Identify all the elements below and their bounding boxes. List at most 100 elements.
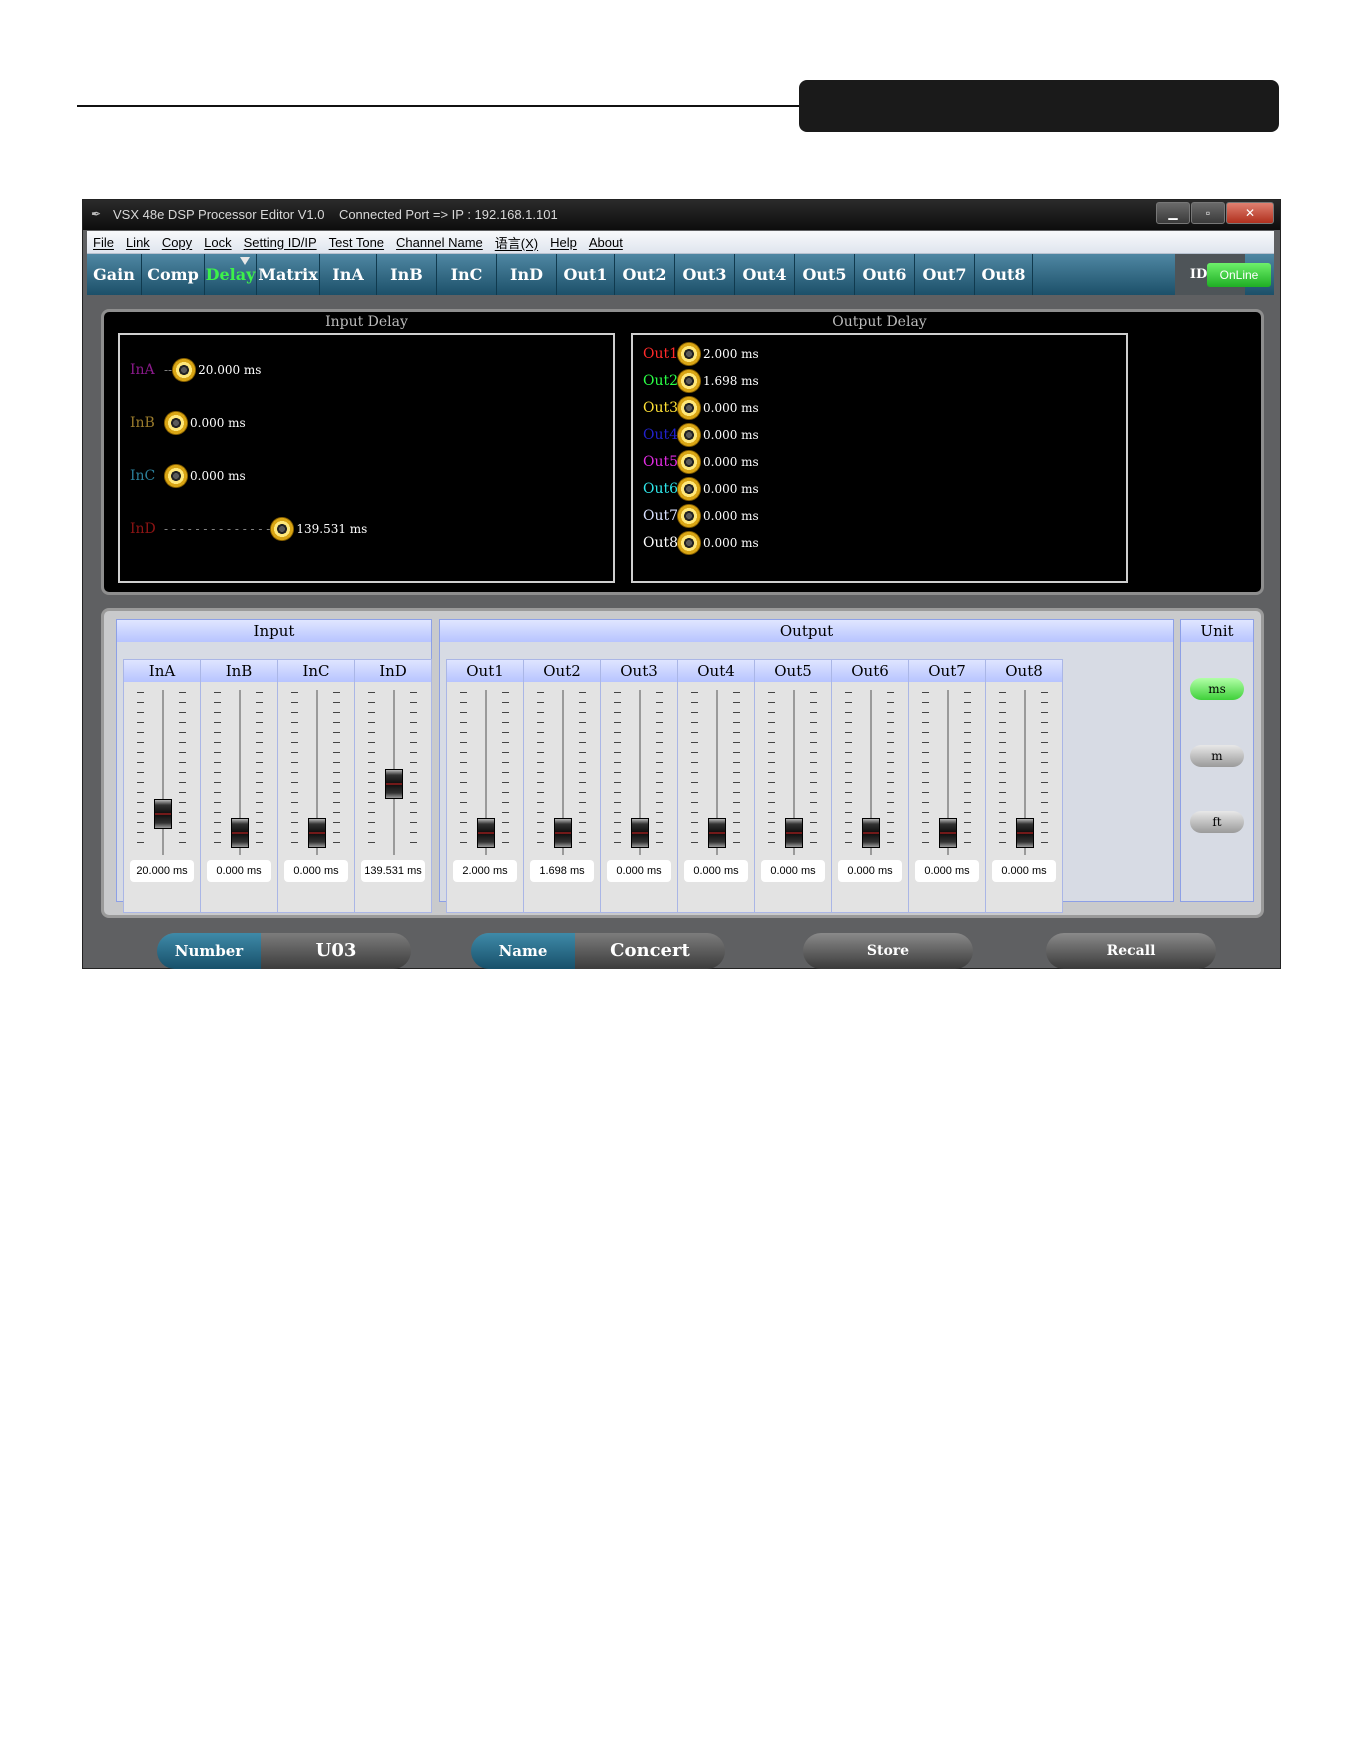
tab-out1[interactable]: Out1 <box>557 254 615 295</box>
delay-row-out1: Out1 2.000 ms <box>643 339 759 369</box>
channel-name-out8: Out8 <box>986 660 1062 682</box>
fader-handle-out2[interactable] <box>554 818 572 848</box>
menu-item-setting-id-ip[interactable]: Setting ID/IP <box>238 235 323 250</box>
scale-ticks <box>502 692 509 852</box>
delay-label-out5: Out5 <box>643 454 679 470</box>
speaker-icon[interactable] <box>172 358 197 382</box>
channel-name-ina: InA <box>124 660 200 682</box>
menu-item-help[interactable]: Help <box>544 235 583 250</box>
fader-handle-ina[interactable] <box>154 798 172 829</box>
menu-item-link[interactable]: Link <box>120 235 156 250</box>
delay-label-out7: Out7 <box>643 508 679 524</box>
scale-ticks <box>410 692 417 852</box>
online-status-button[interactable]: OnLine <box>1207 263 1271 287</box>
tab-out8[interactable]: Out8 <box>975 254 1033 295</box>
menu-item-channel-name[interactable]: Channel Name <box>390 235 489 250</box>
tab-out4[interactable]: Out4 <box>735 254 795 295</box>
scale-ticks <box>460 692 467 852</box>
fader-handle-out6[interactable] <box>862 818 880 848</box>
fader-handle-out1[interactable] <box>477 818 495 848</box>
delay-value-field-out3[interactable]: 0.000 ms <box>607 860 671 882</box>
unit-button-m[interactable]: m <box>1190 745 1244 767</box>
delay-value-field-inb[interactable]: 0.000 ms <box>207 860 271 882</box>
tab-out2[interactable]: Out2 <box>615 254 675 295</box>
delay-value-field-out7[interactable]: 0.000 ms <box>915 860 979 882</box>
delay-value-field-ind[interactable]: 139.531 ms <box>361 860 425 882</box>
unit-button-ft[interactable]: ft <box>1190 811 1244 833</box>
fader-handle-out3[interactable] <box>631 818 649 848</box>
menu-item-test-tone[interactable]: Test Tone <box>323 235 390 250</box>
maximize-button[interactable]: ▫ <box>1191 202 1225 224</box>
tab-delay[interactable]: Delay <box>205 254 257 295</box>
speaker-icon[interactable] <box>270 517 295 541</box>
fader-handle-out4[interactable] <box>708 818 726 848</box>
delay-row-out6: Out6 0.000 ms <box>643 474 759 504</box>
speaker-icon[interactable] <box>677 423 701 447</box>
tab-matrix[interactable]: Matrix <box>257 254 320 295</box>
tab-ina[interactable]: InA <box>320 254 377 295</box>
delay-value-field-out6[interactable]: 0.000 ms <box>838 860 902 882</box>
delay-value-out7: 0.000 ms <box>703 509 759 523</box>
delay-value-field-out1[interactable]: 2.000 ms <box>453 860 517 882</box>
channel-strip-out1: Out1 2.000 ms <box>446 659 524 913</box>
preset-number-field[interactable]: Number U03 <box>157 933 411 969</box>
scale-ticks <box>368 692 375 852</box>
fader-handle-out5[interactable] <box>785 818 803 848</box>
delay-label-out2: Out2 <box>643 373 679 389</box>
menu-item-lock[interactable]: Lock <box>198 235 237 250</box>
delay-value-field-out8[interactable]: 0.000 ms <box>992 860 1056 882</box>
delay-value-field-ina[interactable]: 20.000 ms <box>130 860 194 882</box>
delay-value-field-inc[interactable]: 0.000 ms <box>284 860 348 882</box>
fader-handle-inb[interactable] <box>231 818 249 848</box>
scale-ticks <box>810 692 817 852</box>
fader-handle-inc[interactable] <box>308 818 326 848</box>
delay-value-ina: 20.000 ms <box>198 363 262 377</box>
fader-handle-out8[interactable] <box>1016 818 1034 848</box>
tab-out7[interactable]: Out7 <box>915 254 975 295</box>
channel-strip-out6: Out6 0.000 ms <box>831 659 909 913</box>
unit-button-ms[interactable]: ms <box>1190 678 1244 700</box>
speaker-icon[interactable] <box>677 450 701 474</box>
menu-item-file[interactable]: File <box>87 235 120 250</box>
delay-value-field-out2[interactable]: 1.698 ms <box>530 860 594 882</box>
fader-handle-ind[interactable] <box>385 768 403 799</box>
delay-value-ind: 139.531 ms <box>296 522 368 536</box>
delay-value-field-out4[interactable]: 0.000 ms <box>684 860 748 882</box>
store-button[interactable]: Store <box>803 933 973 969</box>
tab-inb[interactable]: InB <box>377 254 437 295</box>
speaker-icon[interactable] <box>677 369 701 393</box>
tab-gain[interactable]: Gain <box>87 254 142 295</box>
speaker-icon[interactable] <box>677 504 701 528</box>
delay-label-ind: InD <box>130 521 156 537</box>
tab-out5[interactable]: Out5 <box>795 254 855 295</box>
speaker-icon[interactable] <box>677 396 701 420</box>
speaker-icon[interactable] <box>677 477 701 501</box>
menu-item-language[interactable]: 语言(X) <box>489 233 544 252</box>
menu-item-about[interactable]: About <box>583 235 629 250</box>
tab-out3[interactable]: Out3 <box>675 254 735 295</box>
speaker-icon[interactable] <box>164 464 188 488</box>
scale-ticks <box>614 692 621 852</box>
speaker-icon[interactable] <box>164 411 188 435</box>
speaker-icon[interactable] <box>677 531 701 555</box>
scale-ticks <box>768 692 775 852</box>
close-button[interactable]: ✕ <box>1226 202 1274 224</box>
input-delay-box: InA -- 20.000 ms InB 0.000 ms InC 0.000 ms In… <box>118 333 615 583</box>
delay-value-out2: 1.698 ms <box>703 374 759 388</box>
tab-comp[interactable]: Comp <box>142 254 205 295</box>
tab-ind[interactable]: InD <box>497 254 557 295</box>
menu-item-copy[interactable]: Copy <box>156 235 198 250</box>
delay-label-inb: InB <box>130 415 155 431</box>
fader-handle-out7[interactable] <box>939 818 957 848</box>
tab-out6[interactable]: Out6 <box>855 254 915 295</box>
delay-value-inb: 0.000 ms <box>190 416 246 430</box>
preset-name-field[interactable]: Name Concert Preset <box>471 933 725 969</box>
scale-ticks <box>537 692 544 852</box>
minimize-button[interactable]: ▁ <box>1156 202 1190 224</box>
preset-name-label: Name <box>471 933 575 969</box>
recall-button[interactable]: Recall <box>1046 933 1216 969</box>
speaker-icon[interactable] <box>677 342 701 366</box>
delay-value-field-out5[interactable]: 0.000 ms <box>761 860 825 882</box>
preset-name-value: Concert Preset <box>610 940 690 961</box>
tab-inc[interactable]: InC <box>437 254 497 295</box>
